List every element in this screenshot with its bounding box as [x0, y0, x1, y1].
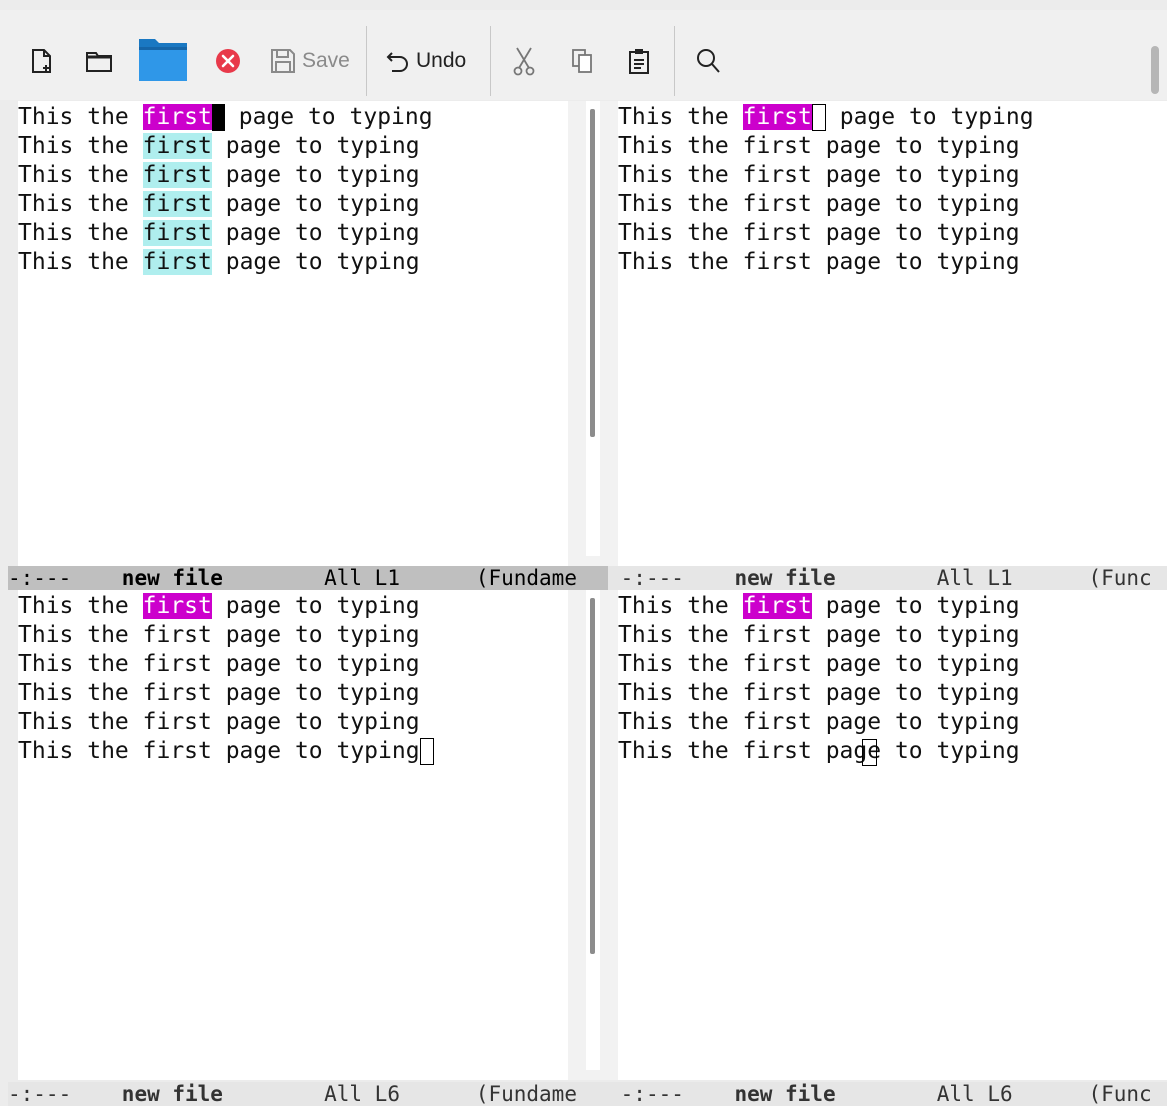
- text-line: This the first page to typing: [18, 737, 434, 766]
- close-buffer-button[interactable]: [214, 40, 242, 82]
- modeline-position: All L1: [324, 566, 400, 590]
- text-line: This the first page to typing: [18, 104, 433, 131]
- toolbar: Save Undo: [0, 0, 1167, 100]
- text-line: This the first page to typing: [18, 709, 420, 735]
- copy-button[interactable]: [568, 40, 596, 82]
- text-line: This the first page to typing: [618, 709, 1020, 735]
- toolbar-separator: [674, 26, 675, 96]
- modeline-bottom-right[interactable]: -:--- new file All L6 (Func: [608, 1082, 1167, 1106]
- text-line: This the first page to typing: [618, 104, 1034, 131]
- save-icon: [271, 49, 295, 73]
- text-line: This the first page to typing: [618, 738, 1020, 764]
- text-line: This the first page to typing: [18, 622, 420, 648]
- text-line: This the first page to typing: [618, 249, 1020, 275]
- paste-button[interactable]: [624, 40, 654, 82]
- text-line: This the first page to typing: [618, 191, 1020, 217]
- text-line: This the first page to typing: [618, 622, 1020, 648]
- copy-icon: [572, 49, 592, 73]
- window-divider: [568, 101, 618, 566]
- window-bottom-left[interactable]: This the first page to typing This the f…: [18, 590, 568, 1080]
- text-line: This the first page to typing: [18, 191, 420, 217]
- text-line: This the first page to typing: [618, 133, 1020, 159]
- window-top-right[interactable]: This the first page to typing This the f…: [618, 101, 1167, 566]
- modeline-top-left[interactable]: -:--- new file All L1 (Fundame: [8, 566, 608, 590]
- cut-icon: [513, 47, 535, 76]
- lazy-highlight: first: [142, 220, 212, 246]
- modeline-position: All L6: [324, 1082, 400, 1106]
- modeline-status: -:---: [8, 566, 72, 590]
- dired-button[interactable]: [137, 36, 189, 84]
- save-label: Save: [302, 49, 350, 72]
- isearch-match: first: [742, 104, 812, 130]
- text-line: This the first page to typing: [618, 651, 1020, 677]
- isearch-match: first: [742, 593, 812, 619]
- buffer-name: new file: [734, 566, 836, 590]
- text-line: This the first page to typing: [18, 162, 420, 188]
- text-line: This the first page to typing: [618, 593, 1020, 619]
- modeline-status: -:---: [620, 1082, 684, 1106]
- text-line: This the first page to typing: [618, 220, 1020, 246]
- paste-icon: [629, 49, 649, 74]
- lazy-highlight: first: [142, 249, 212, 275]
- cursor: [811, 104, 826, 131]
- undo-button[interactable]: Undo: [386, 40, 478, 82]
- modeline-mode: (Fundame: [475, 566, 577, 590]
- text-line: This the first page to typing: [618, 680, 1020, 706]
- save-button[interactable]: Save: [270, 40, 354, 82]
- lazy-highlight: first: [142, 133, 212, 159]
- text-line: This the first page to typing: [18, 133, 420, 159]
- search-icon: [697, 49, 720, 73]
- lazy-highlight: first: [142, 191, 212, 217]
- cut-button[interactable]: [510, 40, 538, 82]
- cursor: [419, 738, 434, 765]
- cursor: [862, 739, 877, 766]
- text-line: This the first page to typing: [18, 680, 420, 706]
- undo-label: Undo: [416, 49, 467, 72]
- modeline-status: -:---: [8, 1082, 72, 1106]
- isearch-match: first: [142, 593, 212, 619]
- toolbar-separator: [490, 26, 491, 96]
- modeline-position: All L6: [936, 1082, 1013, 1106]
- toolbar-top-edge: [0, 0, 1167, 10]
- text-line: This the first page to typing: [18, 593, 420, 619]
- undo-icon: [386, 52, 408, 72]
- text-line: This the first page to typing: [18, 220, 420, 246]
- toolbar-separator: [366, 26, 367, 96]
- new-file-button[interactable]: [28, 40, 56, 82]
- modeline-mode: (Fundame: [475, 1082, 577, 1106]
- open-folder-button[interactable]: [84, 40, 114, 82]
- close-buffer-icon: [216, 49, 240, 73]
- window-divider: [568, 590, 618, 1080]
- search-button[interactable]: [694, 40, 722, 82]
- text-line: This the first page to typing: [18, 249, 420, 275]
- open-folder-icon: [86, 52, 112, 72]
- modeline-top-right[interactable]: -:--- new file All L1 (Func: [608, 566, 1167, 590]
- text-line: This the first page to typing: [618, 162, 1020, 188]
- modeline-status: -:---: [620, 566, 684, 590]
- window-top-left[interactable]: This the first page to typing This the f…: [18, 101, 568, 566]
- buffer-name: new file: [121, 566, 223, 590]
- buffer-name: new file: [121, 1082, 223, 1106]
- toolbar-scroll-handle[interactable]: [1151, 46, 1159, 94]
- lazy-highlight: first: [142, 162, 212, 188]
- buffer-name: new file: [734, 1082, 836, 1106]
- modeline-mode: (Func: [1088, 1082, 1152, 1106]
- isearch-match: first: [142, 104, 212, 130]
- scrollbar-top-left[interactable]: [590, 109, 595, 437]
- modeline-bottom-left[interactable]: -:--- new file All L6 (Fundame: [8, 1082, 608, 1106]
- text-line: This the first page to typing: [18, 651, 420, 677]
- modeline-position: All L1: [936, 566, 1013, 590]
- window-bottom-right[interactable]: This the first page to typing This the f…: [618, 590, 1167, 1080]
- scrollbar-bottom-left[interactable]: [590, 598, 595, 954]
- cursor: [211, 104, 225, 131]
- new-file-icon: [32, 49, 51, 73]
- dired-folder-icon: [139, 39, 187, 81]
- modeline-mode: (Func: [1088, 566, 1152, 590]
